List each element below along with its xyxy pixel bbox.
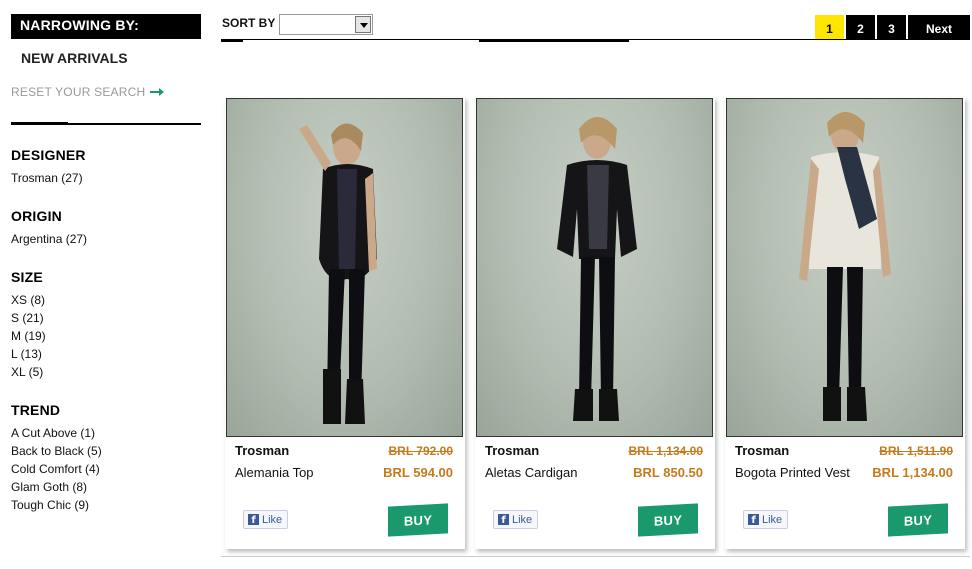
- product-name[interactable]: Aletas Cardigan: [485, 465, 578, 480]
- sidebar-divider: [11, 122, 201, 125]
- filter-group-title: SIZE: [11, 269, 43, 285]
- product-image[interactable]: [226, 98, 463, 437]
- decorative-rule: [479, 40, 629, 42]
- product-old-price: BRL 1,134.00: [628, 444, 704, 458]
- filter-group-origin: ORIGIN Argentina (27): [11, 208, 201, 248]
- filter-option-a-cut-above[interactable]: A Cut Above (1): [11, 424, 201, 442]
- chevron-down-icon[interactable]: [355, 16, 371, 33]
- narrowing-by-header: NARROWING BY:: [11, 14, 201, 39]
- active-filter-new-arrivals[interactable]: NEW ARRIVALS: [11, 50, 201, 70]
- buy-button[interactable]: BUY: [388, 503, 448, 537]
- reset-search-label: RESET YOUR SEARCH: [11, 85, 146, 99]
- pagination: 1 2 3 Next: [815, 15, 970, 39]
- page-3-button[interactable]: 3: [877, 15, 906, 39]
- product-brand[interactable]: Trosman: [235, 443, 289, 458]
- model-photo-placeholder: [299, 123, 377, 424]
- filter-option-size-s[interactable]: S (21): [11, 309, 201, 327]
- arrow-right-icon: [150, 87, 165, 97]
- filter-group-designer: DESIGNER Trosman (27): [11, 147, 201, 187]
- filter-group-title: ORIGIN: [11, 208, 62, 224]
- filter-option-size-xs[interactable]: XS (8): [11, 291, 201, 309]
- facebook-like-button[interactable]: f Like: [243, 510, 288, 529]
- filter-option-size-m[interactable]: M (19): [11, 327, 201, 345]
- product-price: BRL 594.00: [383, 465, 453, 480]
- decorative-rule: [221, 40, 243, 42]
- buy-button[interactable]: BUY: [638, 503, 698, 537]
- product-price: BRL 1,134.00: [872, 465, 953, 480]
- next-page-button[interactable]: Next: [908, 15, 970, 39]
- product-name[interactable]: Alemania Top: [235, 465, 314, 480]
- results-bottom-divider: [221, 556, 970, 557]
- filter-group-title: DESIGNER: [11, 147, 86, 163]
- product-image[interactable]: [476, 98, 713, 437]
- buy-button[interactable]: BUY: [888, 503, 948, 537]
- filter-option-back-to-black[interactable]: Back to Black (5): [11, 442, 201, 460]
- filter-option-glam-goth[interactable]: Glam Goth (8): [11, 478, 201, 496]
- product-brand[interactable]: Trosman: [735, 443, 789, 458]
- sort-by-label: SORT BY: [222, 16, 276, 30]
- filter-option-trosman[interactable]: Trosman (27): [11, 169, 201, 187]
- product-old-price: BRL 792.00: [388, 444, 453, 458]
- product-card[interactable]: Trosman BRL 1,134.00 Aletas Cardigan BRL…: [475, 97, 715, 549]
- page-1-button[interactable]: 1: [815, 15, 844, 39]
- facebook-like-button[interactable]: f Like: [493, 510, 538, 529]
- filter-group-title: TREND: [11, 402, 61, 418]
- like-label: Like: [762, 513, 783, 526]
- product-price: BRL 850.50: [633, 465, 703, 480]
- model-photo-placeholder: [799, 112, 891, 421]
- filter-option-tough-chic[interactable]: Tough Chic (9): [11, 496, 201, 514]
- like-label: Like: [512, 513, 533, 526]
- facebook-icon: f: [248, 514, 259, 526]
- facebook-like-button[interactable]: f Like: [743, 510, 788, 529]
- facebook-icon: f: [748, 514, 759, 526]
- product-card[interactable]: Trosman BRL 1,511.90 Bogota Printed Vest…: [725, 97, 965, 549]
- product-brand[interactable]: Trosman: [485, 443, 539, 458]
- filter-option-size-l[interactable]: L (13): [11, 345, 201, 363]
- filter-option-argentina[interactable]: Argentina (27): [11, 230, 201, 248]
- model-photo-placeholder: [557, 117, 637, 421]
- facebook-icon: f: [498, 514, 509, 526]
- filter-option-cold-comfort[interactable]: Cold Comfort (4): [11, 460, 201, 478]
- results-toolbar: SORT BY 1 2 3 Next: [221, 14, 970, 41]
- product-image[interactable]: [726, 98, 963, 437]
- product-old-price: BRL 1,511.90: [879, 444, 953, 458]
- product-name[interactable]: Bogota Printed Vest: [735, 465, 850, 480]
- filter-group-trend: TREND A Cut Above (1) Back to Black (5) …: [11, 402, 201, 514]
- filter-group-size: SIZE XS (8) S (21) M (19) L (13) XL (5): [11, 269, 201, 381]
- filter-option-size-xl[interactable]: XL (5): [11, 363, 201, 381]
- reset-search-link[interactable]: RESET YOUR SEARCH: [11, 83, 201, 101]
- product-card[interactable]: Trosman BRL 792.00 Alemania Top BRL 594.…: [225, 97, 465, 549]
- like-label: Like: [262, 513, 283, 526]
- filter-sidebar: NARROWING BY: NEW ARRIVALS RESET YOUR SE…: [11, 14, 201, 512]
- sort-by-select[interactable]: [279, 14, 373, 35]
- page-2-button[interactable]: 2: [846, 15, 875, 39]
